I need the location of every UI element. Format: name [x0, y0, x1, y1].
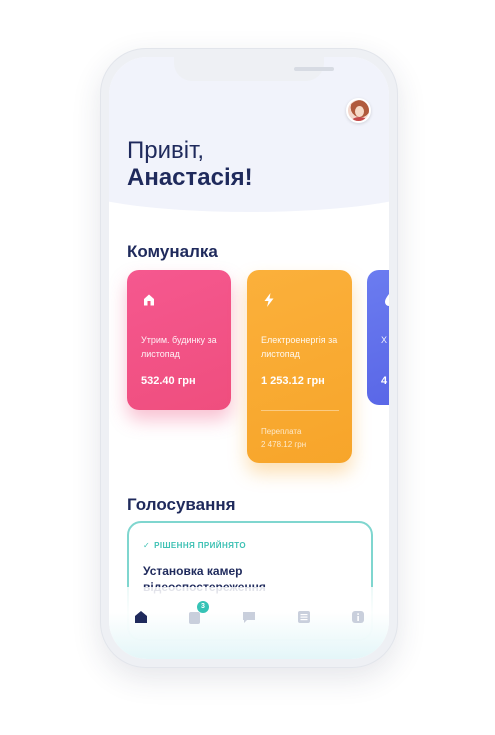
utility-card-electricity[interactable]: Електроенергія за листопад 1 253.12 грн …: [247, 270, 352, 463]
check-icon: ✓: [143, 541, 151, 550]
vote-status: ✓ РІШЕННЯ ПРИЙНЯТО: [143, 541, 246, 550]
avatar[interactable]: [346, 98, 371, 123]
speaker-grille: [294, 67, 334, 71]
phone-frame: Привіт, Анастасія! Комуналка Утрим. буди…: [100, 48, 398, 668]
voting-title: Голосування: [127, 495, 236, 514]
notes-badge: 3: [197, 601, 209, 613]
nav-notes[interactable]: 3: [187, 601, 209, 625]
overpay-info: Переплата 2 478.12 грн: [261, 425, 306, 451]
overpay-label: Переплата: [261, 427, 302, 436]
water-drop-icon: [385, 294, 389, 306]
vote-status-text: РІШЕННЯ ПРИЙНЯТО: [154, 541, 246, 550]
app-screen: Привіт, Анастасія! Комуналка Утрим. буди…: [109, 57, 389, 659]
card-amount: 532.40 грн: [141, 375, 196, 387]
greeting: Привіт, Анастасія!: [127, 137, 253, 191]
overpay-amount: 2 478.12 грн: [261, 440, 307, 449]
card-amount: 4: [381, 375, 388, 387]
home-icon[interactable]: [133, 609, 149, 625]
card-title: Утрим. будинку за листопад: [141, 335, 217, 359]
greeting-line1: Привіт,: [127, 137, 205, 164]
greeting-name: Анастасія!: [127, 164, 253, 191]
list-icon[interactable]: [296, 609, 312, 625]
utilities-title: Комуналка: [127, 242, 218, 261]
info-icon[interactable]: [350, 609, 366, 625]
bottom-nav: 3: [109, 587, 389, 659]
phone-notch: [174, 57, 334, 81]
lightning-icon: [264, 293, 274, 307]
utility-card-maintenance[interactable]: Утрим. будинку за листопад 532.40 грн: [127, 270, 231, 410]
house-icon: [144, 294, 154, 306]
chat-icon[interactable]: [241, 609, 257, 625]
card-title: Електроенергія за листопад: [261, 335, 338, 359]
utility-card-water[interactable]: Х 4: [367, 270, 389, 405]
card-title: Х: [381, 335, 388, 345]
card-divider: [261, 410, 339, 411]
card-amount: 1 253.12 грн: [261, 375, 325, 387]
